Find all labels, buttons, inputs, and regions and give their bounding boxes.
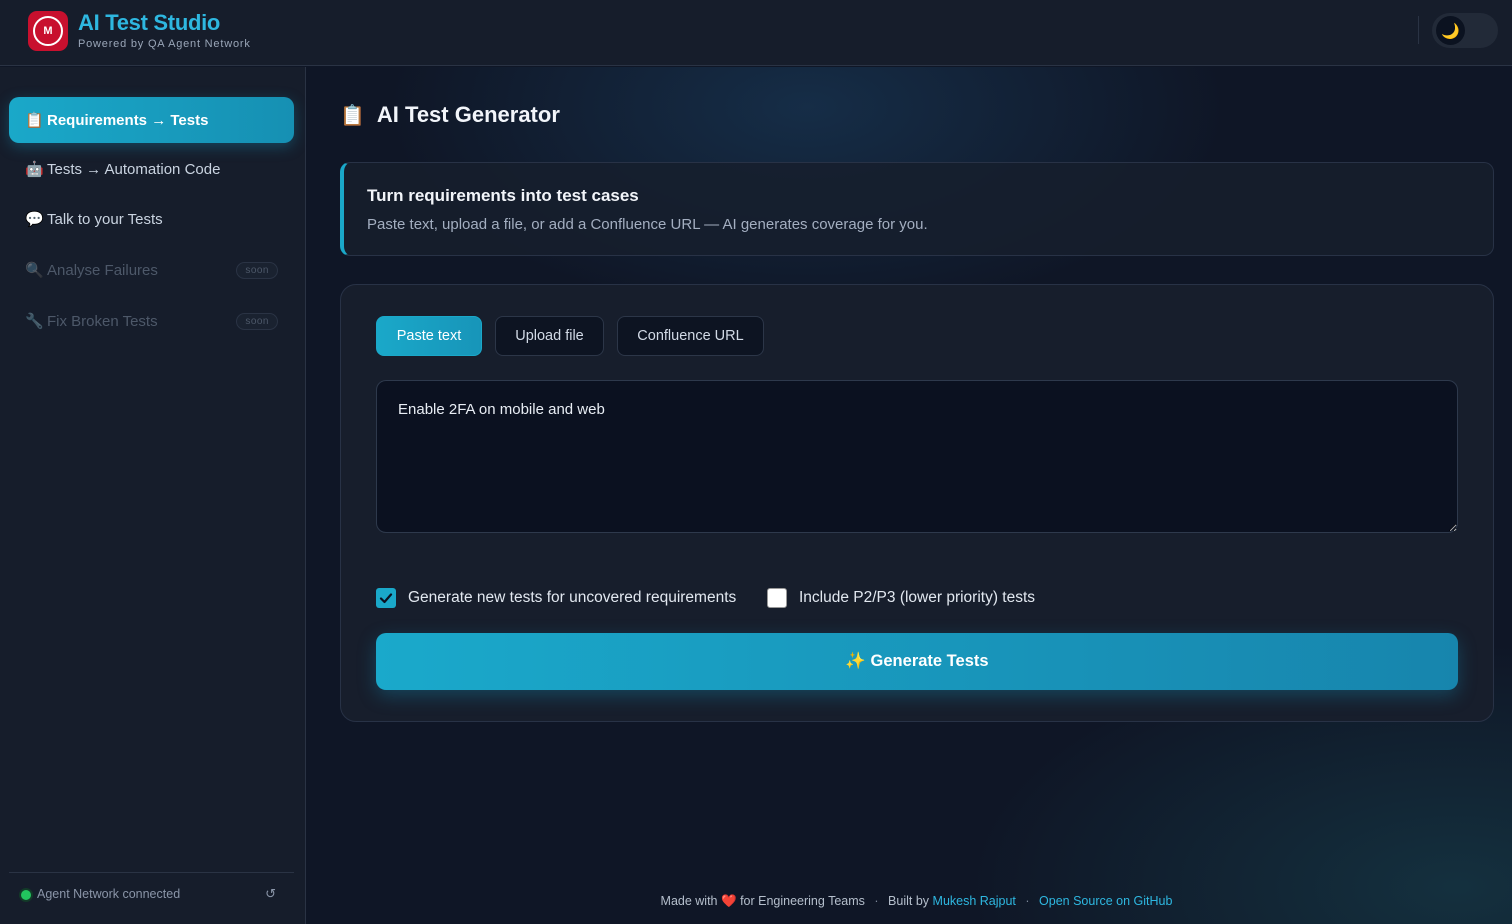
soon-badge: soon [236, 262, 278, 279]
clipboard-icon: 📋 [25, 112, 44, 129]
page-title-text: AI Test Generator [376, 102, 560, 127]
option-include-p2-p3[interactable]: Include P2/P3 (lower priority) tests [767, 588, 1035, 608]
sidebar-item-analyse-failures: 🔍 Analyse Failures soon [9, 247, 294, 293]
info-subtitle: Paste text, upload a file, or add a Conf… [367, 216, 928, 233]
sidebar-item-tests-to-automation[interactable]: 🤖 Tests → Automation Code [9, 146, 294, 192]
info-title: Turn requirements into test cases [367, 186, 639, 205]
tab-paste-text[interactable]: Paste text [376, 316, 482, 356]
sidebar: 📋 Requirements → Tests 🤖 Tests → Automat… [0, 67, 306, 924]
status-dot-icon [21, 890, 31, 900]
app-header: M AI Test Studio Powered by QA Agent Net… [0, 0, 1512, 66]
github-link[interactable]: Open Source on GitHub [1039, 894, 1172, 908]
heart-icon: ❤️ [721, 894, 737, 908]
sidebar-item-talk-to-tests[interactable]: 💬 Talk to your Tests [9, 196, 294, 242]
status-text: Agent Network connected [37, 887, 181, 901]
main-content: 📋 AI Test Generator Turn requirements in… [307, 67, 1512, 924]
header-divider [1418, 16, 1419, 44]
author-link[interactable]: Mukesh Rajput [933, 894, 1016, 908]
clipboard-icon: 📋 [340, 104, 365, 127]
robot-icon: 🤖 [25, 161, 44, 178]
soon-badge: soon [236, 313, 278, 330]
app-logo[interactable]: M [28, 11, 68, 51]
tab-upload-file[interactable]: Upload file [495, 316, 604, 356]
footer-separator: · [1025, 894, 1030, 908]
sidebar-item-requirements-to-tests[interactable]: 📋 Requirements → Tests [9, 97, 294, 143]
page-title: 📋 AI Test Generator [340, 102, 560, 128]
theme-toggle[interactable]: 🌙 [1432, 13, 1498, 48]
tab-confluence-url[interactable]: Confluence URL [617, 316, 764, 356]
requirements-input[interactable] [376, 380, 1458, 533]
moon-icon: 🌙 [1436, 16, 1465, 45]
app-subtitle: Powered by QA Agent Network [78, 38, 251, 50]
footer-for-teams: for Engineering Teams [740, 894, 865, 908]
footer-built-by: Built by [888, 894, 930, 908]
sidebar-item-fix-broken-tests: 🔧 Fix Broken Tests soon [9, 298, 294, 344]
checkbox-checked[interactable] [376, 588, 396, 608]
magnifier-icon: 🔍 [25, 262, 44, 279]
option-label: Generate new tests for uncovered require… [408, 589, 737, 606]
input-panel: Paste text Upload file Confluence URL Ge… [340, 284, 1494, 722]
option-label: Include P2/P3 (lower priority) tests [799, 589, 1036, 606]
sidebar-item-label: Talk to your Tests [47, 210, 163, 228]
footer: Made with ❤️ for Engineering Teams · Bui… [307, 894, 1512, 909]
sidebar-item-label: Fix Broken Tests [47, 312, 158, 330]
app-title: AI Test Studio [78, 10, 221, 35]
speech-bubble-icon: 💬 [25, 211, 44, 228]
generate-tests-button[interactable]: ✨ Generate Tests [376, 633, 1458, 690]
sidebar-item-label: Requirements → Tests [47, 111, 209, 129]
info-card: Turn requirements into test cases Paste … [340, 162, 1494, 256]
sidebar-item-label: Analyse Failures [47, 261, 158, 279]
option-generate-new-tests[interactable]: Generate new tests for uncovered require… [376, 588, 736, 608]
checkmark-icon [379, 593, 393, 604]
connection-status: Agent Network connected ↺ [9, 872, 294, 922]
logo-mark: M [33, 16, 63, 46]
footer-made-with: Made with [660, 894, 718, 908]
footer-separator: · [874, 894, 879, 908]
sidebar-item-label: Tests → Automation Code [47, 160, 221, 178]
refresh-icon[interactable]: ↺ [265, 886, 276, 902]
wrench-icon: 🔧 [25, 313, 44, 330]
checkbox-unchecked[interactable] [767, 588, 787, 608]
